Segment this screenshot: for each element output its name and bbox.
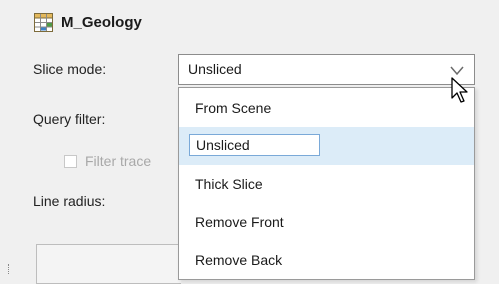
filter-trace-option: Filter trace: [64, 153, 151, 169]
filter-trace-checkbox: [64, 154, 77, 168]
chevron-down-icon[interactable]: [450, 64, 464, 76]
slice-mode-label: Slice mode:: [33, 61, 107, 77]
option-label: Remove Front: [195, 214, 284, 230]
dropdown-option-thick-slice[interactable]: Thick Slice: [179, 165, 474, 203]
dropdown-option-from-scene[interactable]: From Scene: [179, 89, 474, 127]
option-label: From Scene: [195, 100, 272, 116]
slice-mode-dropdown: From Scene Unsliced Thick Slice Remove F…: [178, 87, 475, 280]
dropdown-option-remove-front[interactable]: Remove Front: [179, 203, 474, 241]
resize-gripper[interactable]: [8, 264, 11, 274]
option-label: Remove Back: [195, 252, 283, 268]
dropdown-option-unsliced[interactable]: Unsliced: [179, 127, 474, 165]
dropdown-option-remove-back[interactable]: Remove Back: [179, 241, 474, 279]
filter-trace-label: Filter trace: [85, 153, 152, 169]
bottom-input-area[interactable]: [36, 244, 181, 284]
table-icon: [34, 12, 53, 32]
layer-title: M_Geology: [61, 13, 142, 31]
option-label: Thick Slice: [195, 176, 263, 192]
option-label: Unsliced: [196, 137, 250, 153]
mouse-pointer-icon: [450, 76, 472, 106]
line-radius-label: Line radius:: [33, 193, 106, 209]
slice-mode-select[interactable]: Unsliced: [178, 54, 475, 85]
query-filter-label: Query filter:: [33, 111, 106, 127]
slice-mode-value: Unsliced: [188, 61, 242, 77]
layer-header: M_Geology: [34, 9, 142, 35]
